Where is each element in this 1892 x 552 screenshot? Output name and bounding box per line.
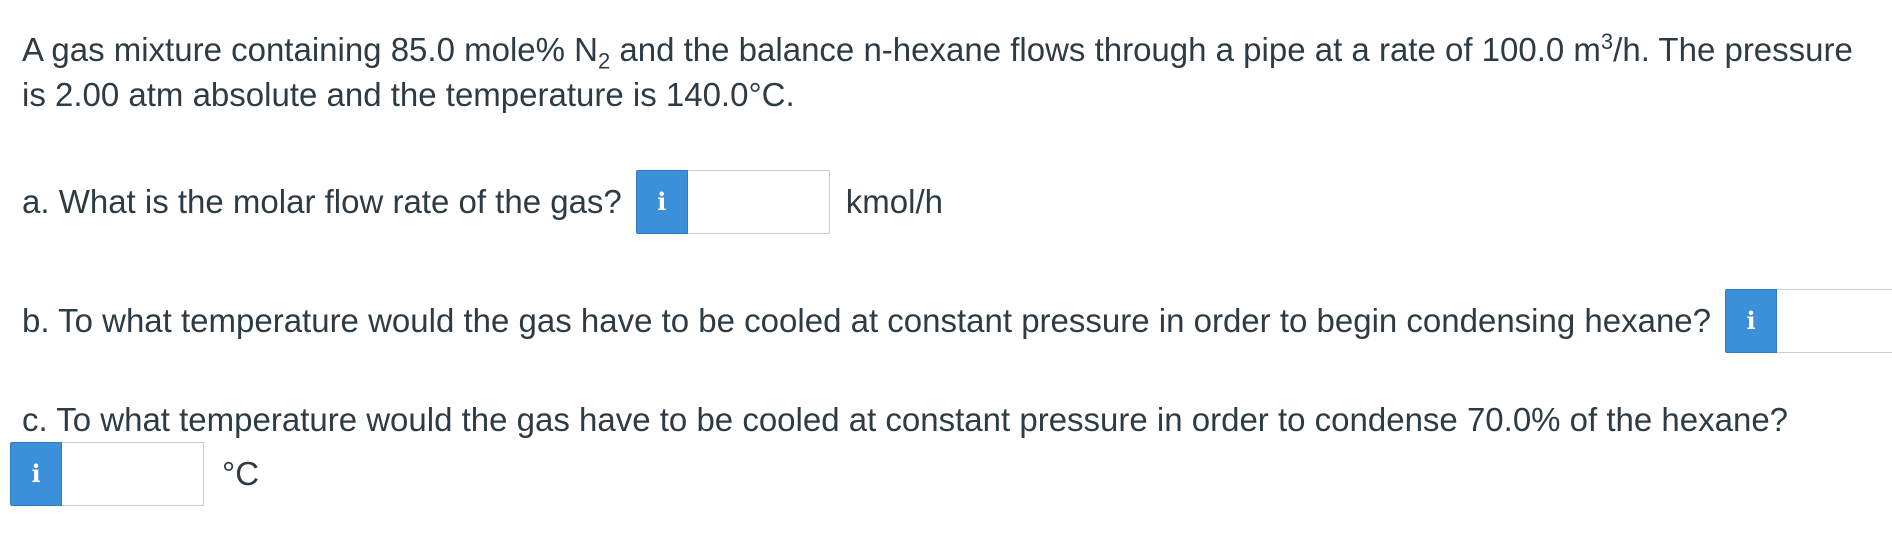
question-c-prompt: c. To what temperature would the gas hav… <box>22 401 1789 438</box>
info-icon[interactable]: i <box>635 170 688 234</box>
answer-c-group: i <box>10 442 204 506</box>
answer-c-unit: °C <box>222 454 260 492</box>
answer-a-input[interactable] <box>687 170 830 234</box>
answer-c-input[interactable] <box>62 442 204 506</box>
question-content: A gas mixture containing 85.0 mole% N2 a… <box>22 28 1892 438</box>
m3-superscript: 3 <box>1600 29 1614 54</box>
n2-subscript: 2 <box>597 48 611 74</box>
answer-a-group: i <box>635 170 830 234</box>
question-c: c. To what temperature would the gas hav… <box>22 398 1788 443</box>
question-b: b. To what temperature would the gas hav… <box>22 289 1892 353</box>
answer-b-input[interactable] <box>1777 289 1892 353</box>
intro-text-2: and the balance n-hexane flows through a… <box>610 31 1601 68</box>
info-icon[interactable]: i <box>1725 289 1778 353</box>
question-b-prompt: b. To what temperature would the gas hav… <box>22 301 1712 339</box>
intro-text-1: A gas mixture containing 85.0 mole% N <box>22 31 598 68</box>
answer-b-group: i <box>1725 289 1892 353</box>
problem-statement: A gas mixture containing 85.0 mole% N2 a… <box>22 28 1872 117</box>
answer-a-unit: kmol/h <box>845 182 943 220</box>
answer-c-row: i °C <box>10 442 259 506</box>
question-a: a. What is the molar flow rate of the ga… <box>22 170 943 234</box>
info-icon[interactable]: i <box>10 442 62 506</box>
question-a-prompt: a. What is the molar flow rate of the ga… <box>22 182 622 220</box>
